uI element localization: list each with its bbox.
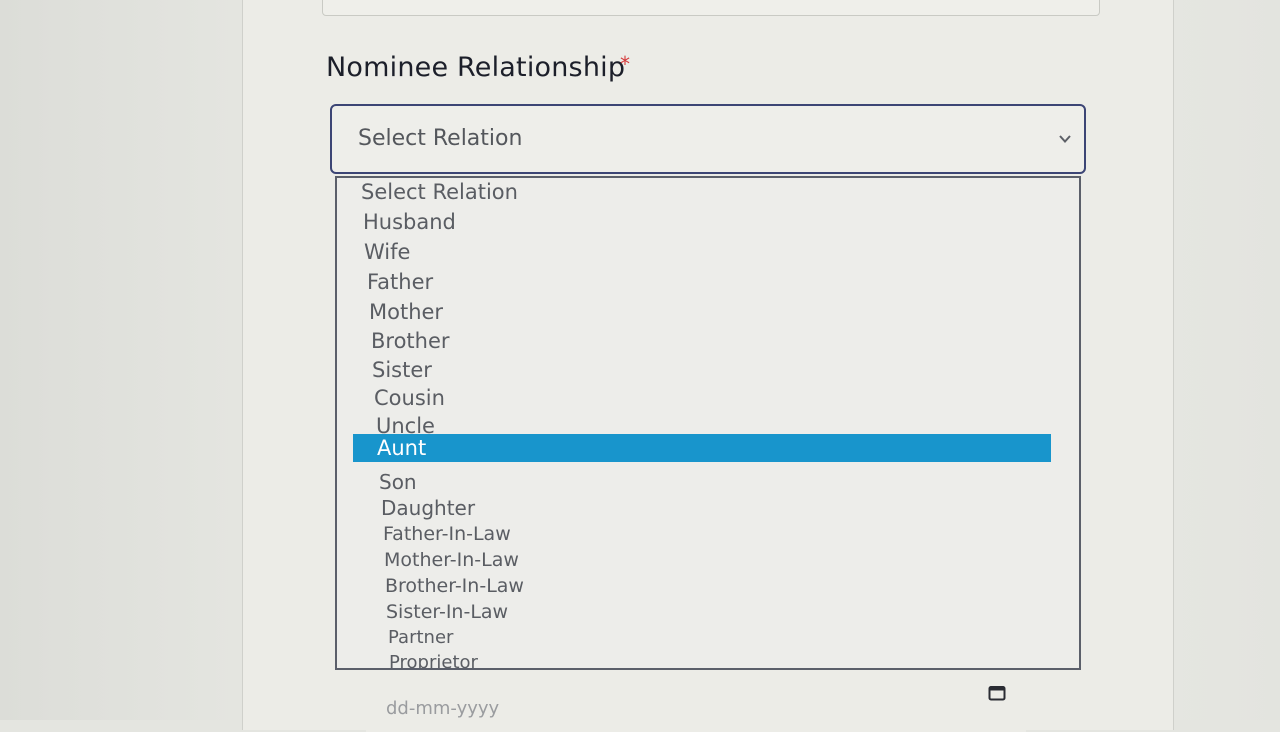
option-father-in-law[interactable]: Father-In-Law — [383, 523, 511, 545]
option-select-relation[interactable]: Select Relation — [361, 180, 518, 204]
option-mother[interactable]: Mother — [369, 300, 443, 324]
option-proprietor[interactable]: Proprietor — [389, 652, 478, 668]
option-sister[interactable]: Sister — [372, 358, 432, 382]
relation-select-value: Select Relation — [358, 126, 523, 151]
option-son[interactable]: Son — [379, 470, 417, 494]
option-mother-in-law[interactable]: Mother-In-Law — [384, 549, 519, 571]
option-father[interactable]: Father — [367, 270, 433, 294]
chevron-down-icon — [1059, 135, 1071, 143]
option-aunt[interactable]: Aunt — [353, 434, 1051, 462]
option-wife[interactable]: Wife — [364, 240, 410, 264]
date-input-placeholder: dd-mm-yyyy — [386, 698, 500, 719]
option-brother-in-law[interactable]: Brother-In-Law — [385, 575, 524, 597]
option-sister-in-law[interactable]: Sister-In-Law — [386, 601, 508, 623]
relation-select[interactable]: Select Relation — [330, 104, 1086, 174]
required-marker: * — [620, 52, 630, 76]
relation-dropdown-list: Select Relation Husband Wife Father Moth… — [335, 176, 1081, 670]
nominee-relationship-label: Nominee Relationship — [326, 52, 626, 83]
screen-background: Nominee Relationship * Select Relation S… — [0, 0, 1280, 732]
option-brother[interactable]: Brother — [371, 329, 450, 353]
calendar-icon[interactable] — [988, 685, 1006, 701]
option-daughter[interactable]: Daughter — [381, 496, 475, 520]
option-husband[interactable]: Husband — [363, 210, 456, 234]
previous-field[interactable] — [322, 0, 1100, 16]
option-cousin[interactable]: Cousin — [374, 386, 445, 410]
option-partner[interactable]: Partner — [388, 627, 453, 648]
